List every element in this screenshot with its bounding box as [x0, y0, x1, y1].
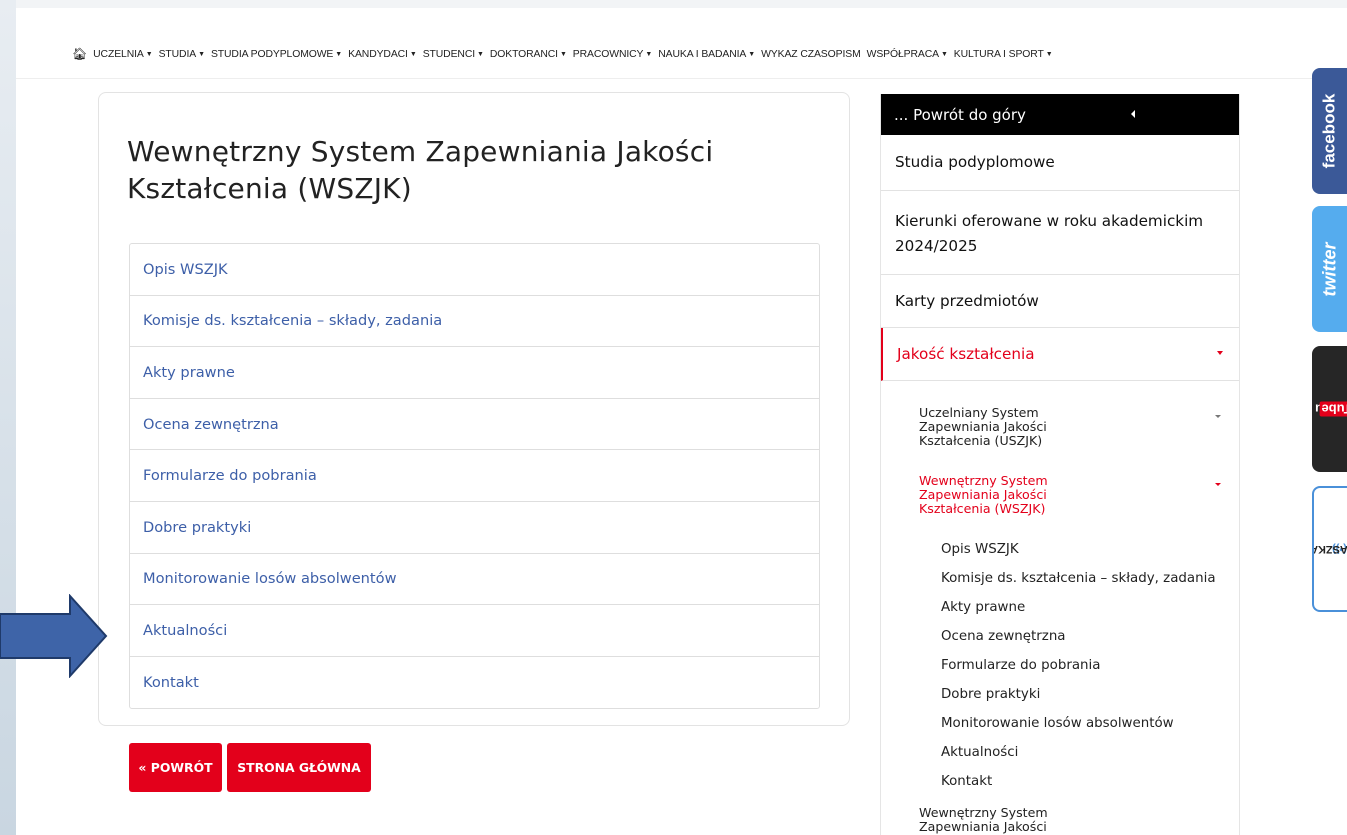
list-item-monitorowanie[interactable]: Monitorowanie losów absolwentów: [130, 554, 819, 606]
nav-wspolpraca[interactable]: WSPÓŁPRACA ▼: [867, 49, 948, 60]
nav-studia[interactable]: STUDIA ▼: [159, 49, 205, 60]
list-item-ocena-zewnetrzna[interactable]: Ocena zewnętrzna: [130, 399, 819, 451]
home-page-button[interactable]: STRONA GŁÓWNA: [227, 743, 371, 792]
caret-down-icon: ▼: [477, 50, 484, 58]
sidebar-link-formularze[interactable]: Formularze do pobrania: [941, 658, 1100, 673]
nav-divider: [16, 78, 1347, 79]
back-button[interactable]: « POWRÓT: [129, 743, 222, 792]
sidebar-item-jakosc-ksztalcenia[interactable]: Jakość kształcenia: [881, 328, 1239, 381]
list-item-opis-wszjk[interactable]: Opis WSZJK: [130, 244, 819, 296]
list-item-akty-prawne[interactable]: Akty prawne: [130, 347, 819, 399]
sidebar-link-ocena-zewnetrzna[interactable]: Ocena zewnętrzna: [941, 629, 1066, 644]
caret-down-icon: ▼: [559, 50, 567, 58]
page: 🏠︎ UCZELNIA ▼ STUDIA ▼ STUDIA PODYPLOMOWE ▼…: [16, 8, 1347, 835]
section-link-list: Opis WSZJK Komisje ds. kształcenia – skł…: [129, 243, 820, 710]
left-edge-strip: [0, 0, 16, 835]
sidebar-link-komisje[interactable]: Komisje ds. kształcenia – składy, zadani…: [941, 571, 1216, 586]
sidebar-link-monitorowanie[interactable]: Monitorowanie losów absolwentów: [941, 716, 1174, 731]
caret-down-icon: ▼: [1045, 50, 1053, 58]
sidebar-item-kierunki[interactable]: Kierunki oferowane w roku akademickim 20…: [881, 191, 1239, 275]
nav-studia-podyplomowe[interactable]: STUDIA PODYPLOMOWE ▼: [211, 49, 342, 60]
caret-down-icon: [1217, 351, 1223, 355]
caret-down-icon: ▼: [198, 50, 205, 58]
caret-down-icon: ▼: [645, 50, 653, 58]
caret-down-icon: ▼: [409, 50, 417, 58]
sidebar-menu: ... Powrót do góry Studia podyplomowe Ki…: [880, 94, 1240, 835]
nav-uczelnia[interactable]: UCZELNIA ▼: [93, 49, 153, 60]
caret-down-icon: ▼: [145, 50, 153, 58]
caret-down-icon: ▼: [940, 50, 948, 58]
sidebar-sub-wszjk[interactable]: Wewnętrzny System Zapewniania Jakości Ks…: [919, 474, 1221, 516]
top-navigation: 🏠︎ UCZELNIA ▼ STUDIA ▼ STUDIA PODYPLOMOWE ▼…: [72, 45, 1312, 63]
sidebar-link-kontakt[interactable]: Kontakt: [941, 774, 992, 789]
caret-down-icon: [1215, 415, 1221, 418]
youtube-tab[interactable]: You Tube: [1312, 346, 1347, 472]
sidebar-link-opis-wszjk[interactable]: Opis WSZJK: [941, 542, 1019, 557]
home-icon[interactable]: 🏠︎: [72, 47, 87, 61]
caret-down-icon: ▼: [335, 50, 343, 58]
nav-doktoranci[interactable]: DOKTORANCI ▼: [490, 49, 567, 60]
sidebar-sub-wszjk-next[interactable]: Wewnętrzny System Zapewniania Jakości: [919, 806, 1219, 834]
nav-wykaz-czasopism[interactable]: WYKAZ CZASOPISM: [761, 49, 861, 60]
right-arrow-pointer-icon: [0, 594, 108, 678]
nav-kandydaci[interactable]: KANDYDACI ▼: [348, 49, 417, 60]
caret-down-icon: ▼: [748, 50, 756, 58]
list-item-aktualnosci[interactable]: Aktualności: [130, 605, 819, 657]
list-item-kontakt[interactable]: Kontakt: [130, 657, 819, 709]
sidebar-item-studia-podyplomowe[interactable]: Studia podyplomowe: [881, 135, 1239, 191]
caret-down-icon: [1215, 483, 1221, 486]
sidebar-item-karty-przedmiotow[interactable]: Karty przedmiotów: [881, 275, 1239, 328]
twitter-tab[interactable]: twitter: [1312, 206, 1347, 332]
list-item-dobre-praktyki[interactable]: Dobre praktyki: [130, 502, 819, 554]
fraszka-tab[interactable]: ((•)) FRASZKA: [1312, 486, 1347, 612]
list-item-komisje[interactable]: Komisje ds. kształcenia – składy, zadani…: [130, 296, 819, 348]
nav-studenci[interactable]: STUDENCI ▼: [423, 49, 484, 60]
list-item-formularze[interactable]: Formularze do pobrania: [130, 450, 819, 502]
page-title: Wewnętrzny System Zapewniania Jakości Ks…: [127, 135, 714, 205]
back-to-top-link[interactable]: ... Powrót do góry: [881, 94, 1239, 135]
collapse-left-icon[interactable]: [1131, 110, 1135, 118]
nav-pracownicy[interactable]: PRACOWNICY ▼: [573, 49, 653, 60]
sidebar-link-aktualnosci[interactable]: Aktualności: [941, 745, 1018, 760]
sidebar-sub-uszjk[interactable]: Uczelniany System Zapewniania Jakości Ks…: [919, 406, 1221, 448]
sidebar-link-dobre-praktyki[interactable]: Dobre praktyki: [941, 687, 1040, 702]
nav-kultura-i-sport[interactable]: KULTURA I SPORT ▼: [954, 49, 1053, 60]
sidebar-link-akty-prawne[interactable]: Akty prawne: [941, 600, 1025, 615]
facebook-tab[interactable]: facebook: [1312, 68, 1347, 194]
nav-nauka-i-badania[interactable]: NAUKA I BADANIA ▼: [658, 49, 755, 60]
content-card: Wewnętrzny System Zapewniania Jakości Ks…: [98, 92, 850, 792]
